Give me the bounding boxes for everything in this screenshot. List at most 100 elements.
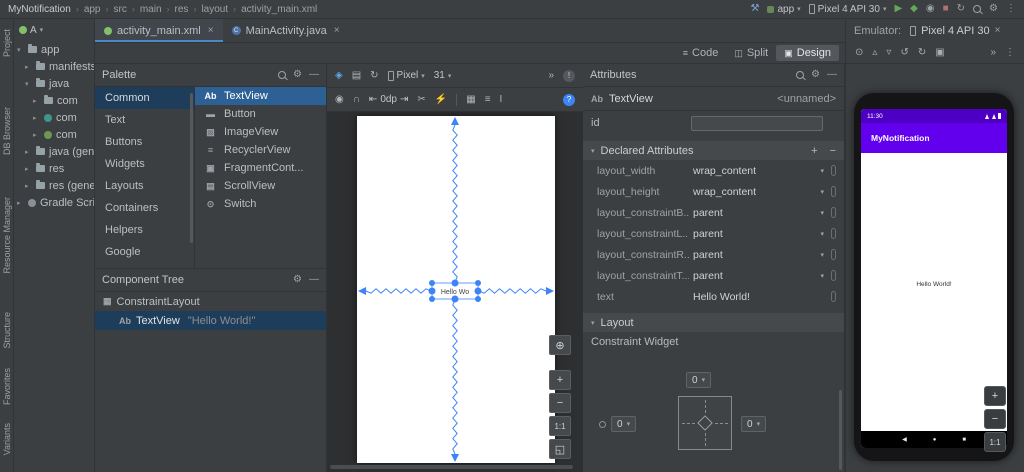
build-icon[interactable]: ⚒ (751, 4, 760, 14)
attribute-flag-icon[interactable] (831, 291, 836, 302)
run-button[interactable]: ▶ (894, 4, 902, 14)
nav-recents-icon[interactable]: ■ (962, 437, 966, 443)
debug-button[interactable]: ◆ (910, 4, 918, 14)
blueprint-icon[interactable]: ▤ (352, 70, 361, 81)
canvas-device-select[interactable]: Pixel ▾ (387, 70, 425, 81)
chevron-down-icon[interactable]: ▾ (820, 272, 824, 280)
breadcrumb-file[interactable]: activity_main.xml (241, 4, 317, 15)
palette-category-common[interactable]: Common (95, 87, 194, 109)
expand-chevron-icon[interactable]: ▸ (33, 131, 40, 139)
project-tree-item[interactable]: ▸ com (14, 92, 94, 109)
palette-category-widgets[interactable]: Widgets (95, 153, 194, 175)
screenshot-icon[interactable]: ▣ (935, 47, 944, 58)
attribute-flag-icon[interactable] (831, 165, 836, 176)
margin-right-select[interactable]: 0 ▾ (741, 416, 767, 432)
device-select[interactable]: Pixel 4 API 30 ▾ (808, 4, 886, 15)
search-icon[interactable] (973, 5, 982, 13)
mode-code-button[interactable]: ≡ Code (675, 45, 727, 61)
expand-chevron-icon[interactable]: ▸ (25, 148, 32, 156)
chevron-down-icon[interactable]: ▾ (820, 167, 824, 175)
gear-icon[interactable]: ⚙ (811, 70, 820, 80)
mode-design-button[interactable]: ▣ Design (776, 45, 839, 61)
nav-home-icon[interactable]: ● (933, 437, 937, 443)
help-icon[interactable]: ? (563, 93, 575, 106)
view-options-eye-icon[interactable]: ◉ (335, 94, 344, 105)
close-icon[interactable]: × (995, 25, 1001, 36)
attribute-row-constraint-bottom[interactable]: layout_constraintB... parent ▾ (583, 202, 844, 223)
design-canvas[interactable]: Hello Wo (357, 116, 555, 463)
zoom-in-button[interactable]: + (549, 370, 571, 390)
zoom-out-button[interactable]: − (549, 393, 571, 413)
palette-category-google[interactable]: Google (95, 241, 194, 263)
palette-category-layouts[interactable]: Layouts (95, 175, 194, 197)
id-input[interactable] (691, 115, 823, 131)
project-tree-item[interactable]: ▸ com (14, 109, 94, 126)
gear-icon[interactable]: ⚙ (293, 275, 302, 285)
scrollbar[interactable] (190, 93, 193, 243)
expand-chevron-icon[interactable]: ▸ (33, 97, 40, 105)
component-tree-textview[interactable]: Ab TextView "Hello World!" (95, 311, 326, 330)
attribute-row-constraint-right[interactable]: layout_constraintR... parent ▾ (583, 244, 844, 265)
power-icon[interactable]: ⊙ (855, 47, 863, 58)
issues-panel-icon[interactable]: ! (563, 69, 575, 82)
tab-mainactivity-java[interactable]: C MainActivity.java × (223, 19, 349, 42)
close-icon[interactable]: × (208, 25, 214, 36)
attribute-row-layout-width[interactable]: layout_width wrap_content ▾ (583, 160, 844, 181)
settings-gear-icon[interactable]: ⚙ (989, 4, 998, 14)
layout-section[interactable]: ▾ Layout (583, 313, 844, 332)
api-level-select[interactable]: 31 ▾ (434, 70, 452, 81)
mode-split-button[interactable]: ◫ Split (726, 45, 776, 61)
palette-item-button[interactable]: ▬ Button (195, 105, 326, 123)
more-options-icon[interactable]: ⋮ (1006, 4, 1016, 14)
component-tree-constraintlayout[interactable]: ▦ ConstraintLayout (95, 292, 326, 311)
project-tree-item[interactable]: ▸ manifests (14, 58, 94, 75)
sync-button[interactable]: ↻ (957, 4, 965, 14)
zoom-fit-button[interactable]: ◱ (549, 439, 571, 459)
align-icon[interactable]: ≡ (485, 94, 491, 105)
extended-controls-icon[interactable]: ⋮ (1005, 47, 1015, 58)
project-view-select[interactable]: A ▾ (14, 19, 94, 41)
breadcrumb-main[interactable]: main (140, 4, 162, 15)
gear-icon[interactable]: ⚙ (293, 70, 302, 80)
run-config-select[interactable]: app ▾ (767, 4, 801, 15)
palette-item-imageview[interactable]: ▨ ImageView (195, 123, 326, 141)
orientation-icon[interactable]: ↻ (370, 70, 378, 81)
attribute-flag-icon[interactable] (831, 270, 836, 281)
attribute-flag-icon[interactable] (831, 186, 836, 197)
margin-top-select[interactable]: 0 ▾ (686, 372, 712, 388)
constraint-widget-box[interactable] (678, 396, 732, 450)
resize-handle[interactable] (429, 296, 435, 302)
project-name[interactable]: MyNotification (8, 4, 71, 15)
close-icon[interactable]: × (334, 25, 340, 36)
minimize-icon[interactable]: — (827, 70, 837, 80)
stripe-project[interactable]: Project (2, 29, 12, 57)
palette-item-switch[interactable]: ⊙ Switch (195, 195, 326, 213)
autoconnect-magnet-icon[interactable]: ∩ (353, 94, 360, 105)
rotate-left-icon[interactable]: ↺ (900, 47, 908, 58)
breadcrumb-app[interactable]: app (84, 4, 101, 15)
default-margin-select[interactable]: ⇤ 0dp ⇥ (369, 94, 408, 105)
expand-chevron-icon[interactable]: ▸ (25, 182, 32, 190)
profile-button[interactable]: ◉ (926, 4, 935, 14)
search-icon[interactable] (278, 71, 287, 79)
guidelines-icon[interactable]: I (500, 94, 503, 105)
zoom-ratio-button[interactable]: 1:1 (549, 416, 571, 436)
palette-item-recyclerview[interactable]: ≡ RecyclerView (195, 141, 326, 159)
clear-constraints-icon[interactable]: ✂ (417, 94, 425, 105)
expand-chevron-icon[interactable]: ▸ (25, 63, 32, 71)
margin-left-select[interactable]: 0 ▾ (611, 416, 637, 432)
stripe-variants[interactable]: Variants (2, 423, 12, 455)
project-tree-item[interactable]: ▸ res (14, 160, 94, 177)
palette-item-fragmentcontainer[interactable]: ▣ FragmentCont... (195, 159, 326, 177)
attribute-flag-icon[interactable] (831, 207, 836, 218)
minimize-icon[interactable]: — (309, 275, 319, 285)
project-tree-item[interactable]: ▸ com (14, 126, 94, 143)
resize-handle[interactable] (475, 280, 481, 286)
toolbar-overflow-icon[interactable]: » (548, 70, 554, 81)
remove-attribute-button[interactable]: − (830, 145, 836, 157)
palette-item-scrollview[interactable]: ▤ ScrollView (195, 177, 326, 195)
constraint-anchor-left[interactable] (428, 287, 436, 295)
chevron-down-icon[interactable]: ▾ (820, 188, 824, 196)
project-tree-item[interactable]: ▸ res (generated) (14, 177, 94, 194)
design-surface-icon[interactable]: ◈ (335, 70, 343, 81)
